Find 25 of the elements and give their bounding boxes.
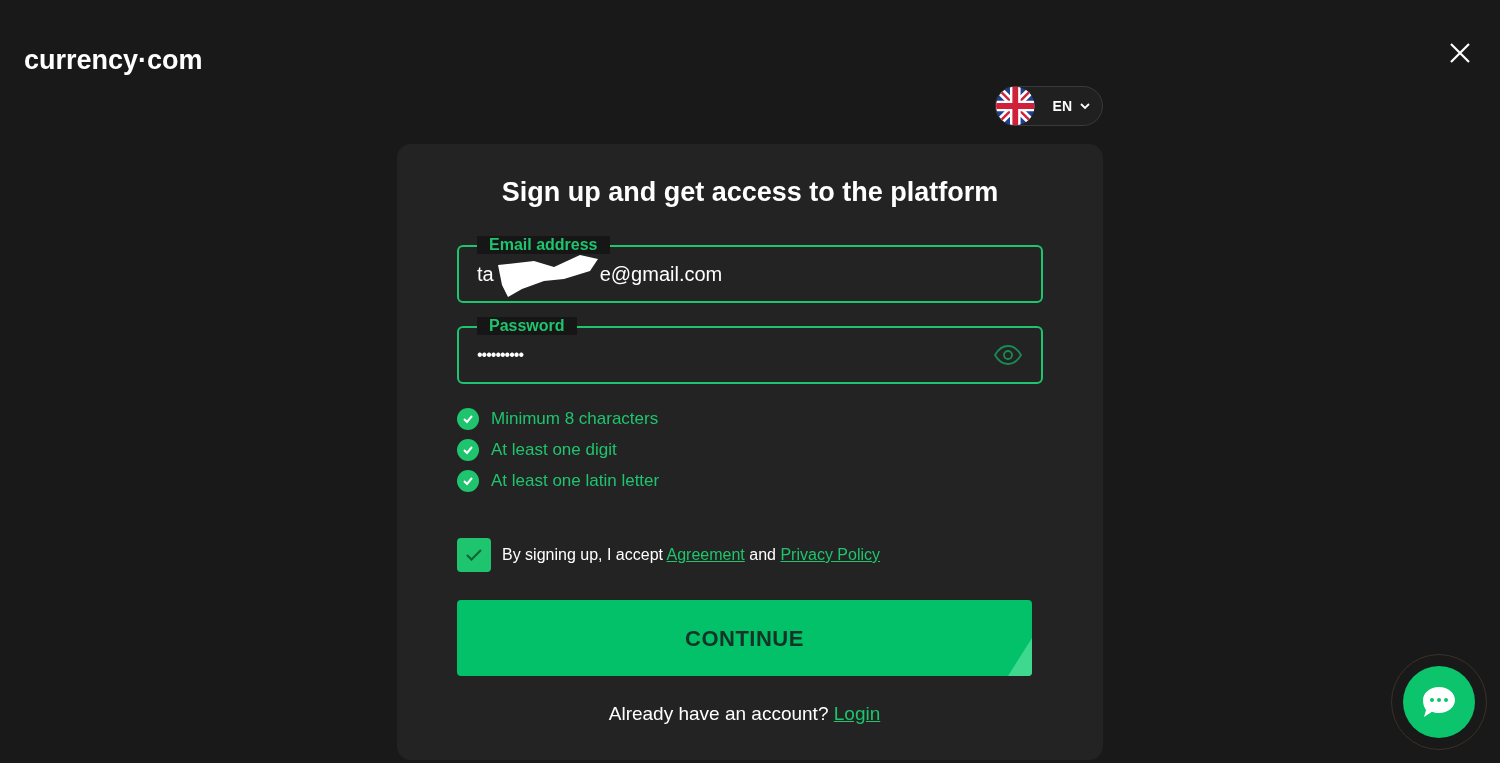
agreement-link[interactable]: Agreement [666, 546, 745, 563]
eye-icon[interactable] [993, 344, 1023, 366]
field-label: Password [477, 317, 577, 335]
consent-checkbox[interactable] [457, 538, 491, 572]
uk-flag-icon [996, 86, 1035, 126]
password-rule: At least one digit [491, 439, 617, 461]
chat-button[interactable] [1403, 666, 1475, 738]
chevron-icon [1080, 102, 1090, 110]
email-end-text: e@gmail.com [599, 262, 723, 286]
continue-button[interactable]: CONTINUE [457, 600, 1032, 676]
close-icon[interactable] [1449, 42, 1471, 64]
consent-text: By signing up, I accept Agreement and Privacy Policy [502, 545, 880, 565]
chat-bubble-icon [1421, 685, 1457, 719]
login-prompt: Already have an account? Login [607, 702, 882, 726]
field-label: Email address [477, 236, 610, 254]
password-rule: At least one latin letter [491, 470, 660, 492]
password-value: •••••••••• [477, 345, 523, 365]
checkmark-icon [466, 549, 482, 561]
form-title: Sign up and get access to the platform [500, 176, 1000, 209]
password-rule: Minimum 8 characters [491, 408, 659, 430]
email-start-text: ta [477, 262, 494, 286]
privacy-policy-link[interactable]: Privacy Policy [780, 546, 880, 563]
login-link[interactable]: Login [833, 703, 881, 724]
language-selector[interactable]: EN [995, 86, 1103, 126]
logo[interactable]: currency·com [24, 44, 203, 76]
